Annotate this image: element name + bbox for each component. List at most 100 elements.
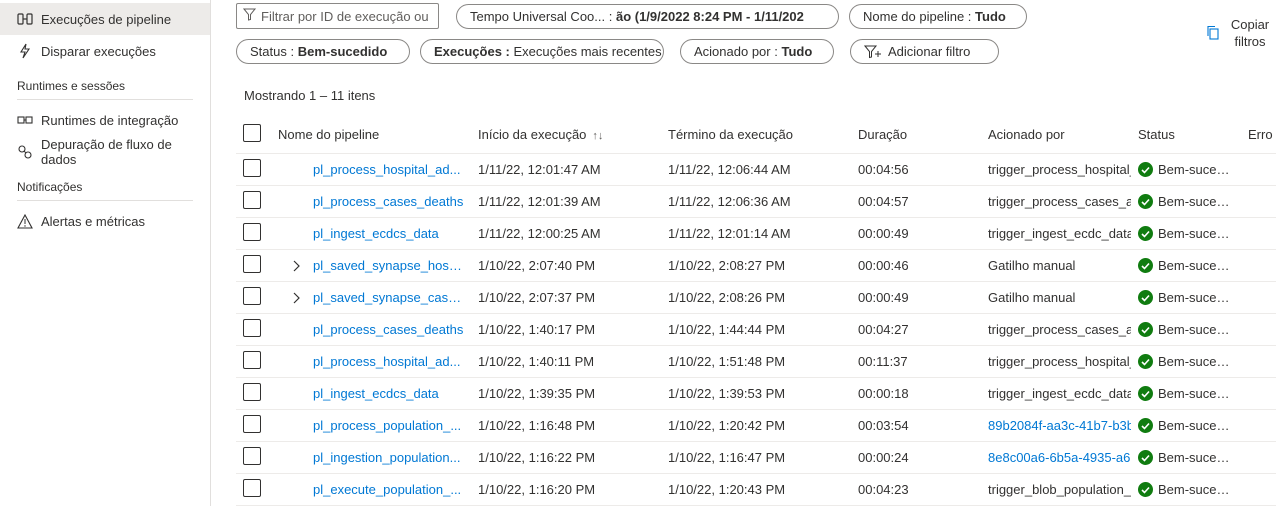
run-start: 1/10/22, 2:07:37 PM: [478, 290, 596, 305]
table-row[interactable]: pl_saved_synapse_case_a... 1/10/22, 2:07…: [236, 282, 1276, 314]
expand-chevron-icon[interactable]: [278, 292, 313, 304]
row-checkbox[interactable]: [243, 159, 261, 177]
table-row[interactable]: pl_ingestion_population... 1/10/22, 1:16…: [236, 442, 1276, 474]
row-checkbox[interactable]: [243, 415, 261, 433]
triggered-by: Gatilho manual: [988, 290, 1076, 305]
copy-icon: [1206, 25, 1220, 43]
pipeline-name-link[interactable]: pl_ingest_ecdcs_data: [313, 226, 439, 241]
row-checkbox[interactable]: [243, 287, 261, 305]
success-check-icon: [1138, 450, 1153, 465]
table-row[interactable]: pl_execute_population_... 1/10/22, 1:16:…: [236, 474, 1276, 506]
run-start: 1/10/22, 1:16:20 PM: [478, 482, 596, 497]
column-header-status[interactable]: Status: [1138, 127, 1248, 142]
run-end: 1/10/22, 1:20:43 PM: [668, 482, 786, 497]
table-row[interactable]: pl_process_hospital_ad... 1/11/22, 12:01…: [236, 154, 1276, 186]
column-header-name[interactable]: Nome do pipeline: [278, 127, 478, 142]
run-start: 1/10/22, 1:16:48 PM: [478, 418, 596, 433]
run-start: 1/11/22, 12:01:39 AM: [478, 194, 601, 209]
row-checkbox[interactable]: [243, 191, 261, 209]
copy-filters-button[interactable]: Copiar filtros: [1206, 16, 1272, 50]
row-checkbox[interactable]: [243, 447, 261, 465]
run-duration: 00:11:37: [858, 354, 908, 369]
sidebar-item-alerts[interactable]: Alertas e métricas: [0, 205, 210, 237]
integration-runtime-icon: [17, 112, 33, 128]
runs-filter-pill[interactable]: Execuções : Execuções mais recentes: [420, 39, 664, 64]
time-filter-pill[interactable]: Tempo Universal Coo... : ão (1/9/2022 8:…: [456, 4, 839, 29]
sidebar-item-integration-runtimes[interactable]: Runtimes de integração: [0, 104, 210, 136]
triggered-by[interactable]: 8e8c00a6-6b5a-4935-a6: [988, 450, 1131, 465]
run-duration: 00:04:27: [858, 322, 909, 337]
run-end: 1/11/22, 12:06:36 AM: [668, 194, 791, 209]
sidebar-item-dataflow-debug[interactable]: Depuração de fluxo de dados: [0, 136, 210, 168]
items-count: Mostrando 1 – 11 itens: [244, 88, 376, 103]
run-start: 1/10/22, 2:07:40 PM: [478, 258, 596, 273]
pipeline-name-link[interactable]: pl_process_hospital_ad...: [313, 354, 460, 369]
pipeline-name-link[interactable]: pl_saved_synapse_hospit...: [313, 258, 468, 273]
run-start: 1/11/22, 12:00:25 AM: [478, 226, 601, 241]
sidebar-item-trigger-runs[interactable]: Disparar execuções: [0, 35, 210, 67]
pipeline-name-link[interactable]: pl_ingest_ecdcs_data: [313, 386, 439, 401]
status-text: Bem-suced...: [1158, 258, 1233, 273]
table-row[interactable]: pl_saved_synapse_hospit... 1/10/22, 2:07…: [236, 250, 1276, 282]
pipeline-name-link[interactable]: pl_saved_synapse_case_a...: [313, 290, 468, 305]
column-header-start[interactable]: Início da execução ↑↓: [478, 127, 668, 142]
add-filter-button[interactable]: Adicionar filtro: [850, 39, 999, 64]
pipeline-name-link[interactable]: pl_process_population_...: [313, 418, 461, 433]
run-duration: 00:00:49: [858, 226, 909, 241]
triggered-by[interactable]: 89b2084f-aa3c-41b7-b3b: [988, 418, 1131, 433]
section-notifications: Notificações: [17, 180, 83, 194]
table-row[interactable]: pl_ingest_ecdcs_data 1/11/22, 12:00:25 A…: [236, 218, 1276, 250]
run-end: 1/10/22, 1:44:44 PM: [668, 322, 786, 337]
pipeline-name-link[interactable]: pl_process_hospital_ad...: [313, 162, 460, 177]
triggered-by-filter-pill[interactable]: Acionado por : Tudo: [680, 39, 834, 64]
expand-chevron-icon[interactable]: [278, 260, 313, 272]
select-all-checkbox[interactable]: [243, 124, 261, 142]
pipeline-name-link[interactable]: pl_process_cases_deaths: [313, 194, 463, 209]
run-start: 1/10/22, 1:39:35 PM: [478, 386, 596, 401]
status-text: Bem-suced...: [1158, 194, 1233, 209]
pipeline-name-link[interactable]: pl_process_cases_deaths: [313, 322, 463, 337]
status-text: Bem-suced...: [1158, 450, 1233, 465]
row-checkbox[interactable]: [243, 479, 261, 497]
column-header-start-label: Início da execução: [478, 127, 587, 142]
table-row[interactable]: pl_process_population_... 1/10/22, 1:16:…: [236, 410, 1276, 442]
section-runtimes: Runtimes e sessões: [17, 79, 126, 93]
status-filter-value: Bem-sucedido: [297, 44, 388, 59]
status-filter-pill[interactable]: Status : Bem-sucedido: [236, 39, 410, 64]
success-check-icon: [1138, 258, 1153, 273]
add-filter-label: Adicionar filtro: [888, 44, 971, 59]
status-text: Bem-suced...: [1158, 418, 1233, 433]
triggered-by: trigger_process_cases_an: [988, 322, 1131, 337]
table-row[interactable]: pl_process_cases_deaths 1/11/22, 12:01:3…: [236, 186, 1276, 218]
run-end: 1/11/22, 12:06:44 AM: [668, 162, 791, 177]
status-text: Bem-suced...: [1158, 290, 1233, 305]
row-checkbox[interactable]: [243, 383, 261, 401]
column-header-triggered[interactable]: Acionado por: [988, 127, 1138, 142]
pipeline-name-link[interactable]: pl_execute_population_...: [313, 482, 461, 497]
column-header-duration[interactable]: Duração: [858, 127, 988, 142]
table-row[interactable]: pl_ingest_ecdcs_data 1/10/22, 1:39:35 PM…: [236, 378, 1276, 410]
row-checkbox[interactable]: [243, 319, 261, 337]
time-filter-value: ão (1/9/2022 8:24 PM - 1/11/202: [615, 9, 804, 24]
table-row[interactable]: pl_process_hospital_ad... 1/10/22, 1:40:…: [236, 346, 1276, 378]
pipeline-name-link[interactable]: pl_ingestion_population...: [313, 450, 460, 465]
run-duration: 00:03:54: [858, 418, 909, 433]
row-checkbox[interactable]: [243, 255, 261, 273]
column-header-error[interactable]: Erro: [1248, 127, 1276, 142]
search-input[interactable]: [261, 8, 431, 24]
table-row[interactable]: pl_process_cases_deaths 1/10/22, 1:40:17…: [236, 314, 1276, 346]
sidebar: Execuções de pipeline Disparar execuções…: [0, 0, 211, 506]
pipeline-name-filter-pill[interactable]: Nome do pipeline : Tudo: [849, 4, 1027, 29]
column-header-end[interactable]: Término da execução: [668, 127, 858, 142]
pipeline-filter-value: Tudo: [975, 9, 1006, 24]
sidebar-item-pipeline-runs[interactable]: Execuções de pipeline: [0, 3, 210, 35]
row-checkbox[interactable]: [243, 223, 261, 241]
run-duration: 00:04:23: [858, 482, 909, 497]
sort-icon[interactable]: ↑↓: [592, 130, 603, 142]
run-duration: 00:04:57: [858, 194, 909, 209]
status-text: Bem-suced...: [1158, 226, 1233, 241]
divider: [17, 99, 193, 100]
success-check-icon: [1138, 322, 1153, 337]
search-box: [236, 3, 439, 29]
row-checkbox[interactable]: [243, 351, 261, 369]
